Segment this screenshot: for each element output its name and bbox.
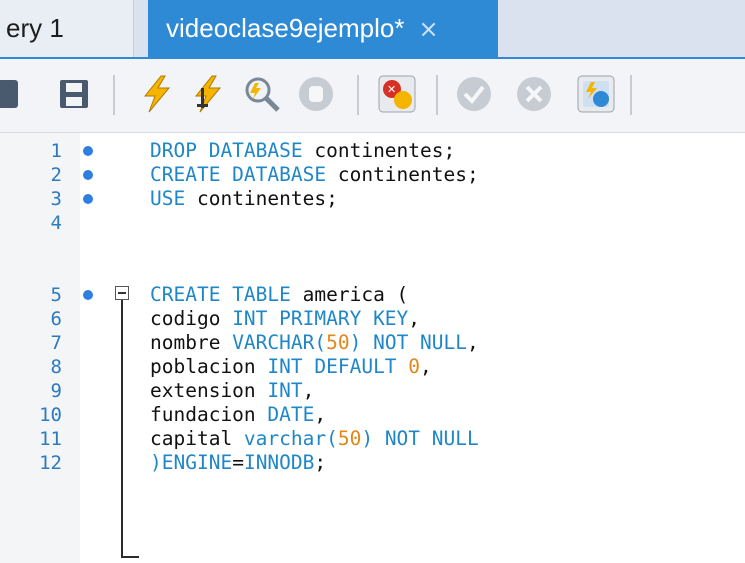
sql-keyword: INT PRIMARY KEY xyxy=(232,307,409,330)
line-number: 11 xyxy=(39,428,62,450)
sql-identifier: capital xyxy=(150,427,244,450)
sql-number: 50 xyxy=(337,427,362,450)
line-number: 3 xyxy=(50,188,62,210)
fold-range-line xyxy=(121,300,123,558)
stop-on-error-icon[interactable]: ✕ xyxy=(375,72,419,116)
statement-marker-icon xyxy=(83,194,93,204)
sql-keyword: CREATE DATABASE xyxy=(150,163,327,186)
sql-keyword: INT DEFAULT xyxy=(267,355,409,378)
sql-punct: , xyxy=(408,307,421,330)
sql-keyword: NOT NULL xyxy=(361,331,468,354)
tab-label: ery 1 xyxy=(6,13,64,43)
line-number: 1 xyxy=(50,140,62,162)
code-line-11: capital varchar(50) NOT NULL xyxy=(150,427,479,451)
sql-keyword: ENGINE xyxy=(161,451,233,474)
statement-marker-icon xyxy=(83,290,93,300)
sql-keyword: DATE xyxy=(267,403,315,426)
execute-current-icon[interactable] xyxy=(186,72,230,116)
toolbar-separator xyxy=(630,75,632,115)
tab-label: videoclase9ejemplo* xyxy=(166,13,405,43)
commit-icon[interactable] xyxy=(452,72,496,116)
line-number: 10 xyxy=(39,404,62,426)
sql-keyword: VARCHAR( xyxy=(232,331,327,354)
sql-keyword: INT xyxy=(267,379,303,402)
code-line-7: nombre VARCHAR(50) NOT NULL, xyxy=(150,331,479,355)
stop-icon[interactable] xyxy=(294,72,338,116)
sql-keyword: CREATE TABLE xyxy=(150,283,291,306)
toolbar-separator xyxy=(436,75,438,115)
code-line-9: extension INT, xyxy=(150,379,314,403)
fold-range-end xyxy=(121,556,139,558)
close-tab-icon[interactable]: × xyxy=(418,15,438,43)
sql-identifier: continentes; xyxy=(326,163,479,186)
tab-videoclase9ejemplo[interactable]: videoclase9ejemplo* × xyxy=(148,0,498,57)
sql-punct: , xyxy=(420,355,432,378)
sql-identifier: extension xyxy=(150,379,268,402)
sql-punct: , xyxy=(314,403,327,426)
statement-marker-icon xyxy=(83,170,93,180)
sql-keyword: ) xyxy=(349,331,362,354)
sql-number: 50 xyxy=(326,331,350,354)
code-line-6: codigo INT PRIMARY KEY, xyxy=(150,307,420,331)
sql-identifier: continentes; xyxy=(185,187,338,210)
line-number: 5 xyxy=(50,284,62,306)
code-line-5: CREATE TABLE america ( xyxy=(150,283,408,307)
sql-number: 0 xyxy=(408,355,421,378)
sql-identifier: fundacion xyxy=(150,403,268,426)
code-line-2: CREATE DATABASE continentes; xyxy=(150,163,479,187)
sql-keyword: NOT NULL xyxy=(373,427,479,450)
sql-keyword: INNODB xyxy=(243,451,315,474)
line-number: 9 xyxy=(50,380,62,402)
line-number: 4 xyxy=(50,212,62,234)
toolbar-separator xyxy=(113,75,115,115)
line-number: 2 xyxy=(50,164,62,186)
line-number: 7 xyxy=(50,332,62,354)
tab-bar: ery 1 videoclase9ejemplo* × xyxy=(0,0,745,59)
autocommit-icon[interactable] xyxy=(574,72,618,116)
svg-text:✕: ✕ xyxy=(387,83,396,96)
rollback-icon[interactable] xyxy=(512,72,556,116)
execute-icon[interactable] xyxy=(135,72,179,116)
sql-punct: = xyxy=(232,451,244,474)
sql-editor[interactable]: 1 2 3 4 5 6 7 8 9 10 11 12 DROP DATABASE… xyxy=(0,133,745,563)
fold-collapse-icon[interactable] xyxy=(115,286,129,300)
sql-identifier: continentes; xyxy=(302,139,456,162)
sql-identifier: america ( xyxy=(290,283,409,306)
sql-punct: , xyxy=(302,379,315,402)
code-line-1: DROP DATABASE continentes; xyxy=(150,139,455,163)
line-number: 6 xyxy=(50,308,62,330)
code-line-12: )ENGINE=INNODB; xyxy=(150,451,326,475)
sql-keyword: ) xyxy=(361,427,374,450)
sql-editor-toolbar: ✕ xyxy=(0,59,745,133)
code-line-8: poblacion INT DEFAULT 0, xyxy=(150,355,432,379)
toolbar-separator xyxy=(357,75,359,115)
sql-punct: , xyxy=(467,331,479,354)
sql-keyword: DROP DATABASE xyxy=(150,139,303,162)
code-line-10: fundacion DATE, xyxy=(150,403,326,427)
sql-keyword: ) xyxy=(150,451,162,474)
sql-punct: ; xyxy=(314,451,327,474)
sql-identifier: nombre xyxy=(150,331,233,354)
sql-keyword: varchar( xyxy=(243,427,338,450)
explain-icon[interactable] xyxy=(240,72,284,116)
line-number: 12 xyxy=(39,452,62,474)
tab-query-1[interactable]: ery 1 xyxy=(0,0,134,57)
code-line-3: USE continentes; xyxy=(150,187,338,211)
sql-keyword: USE xyxy=(150,187,186,210)
sql-identifier: codigo xyxy=(150,307,233,330)
line-number: 8 xyxy=(50,356,62,378)
save-icon[interactable] xyxy=(52,72,96,116)
statement-marker-icon xyxy=(83,146,93,156)
sql-identifier: poblacion xyxy=(150,355,268,378)
new-tab-icon[interactable] xyxy=(0,72,26,116)
